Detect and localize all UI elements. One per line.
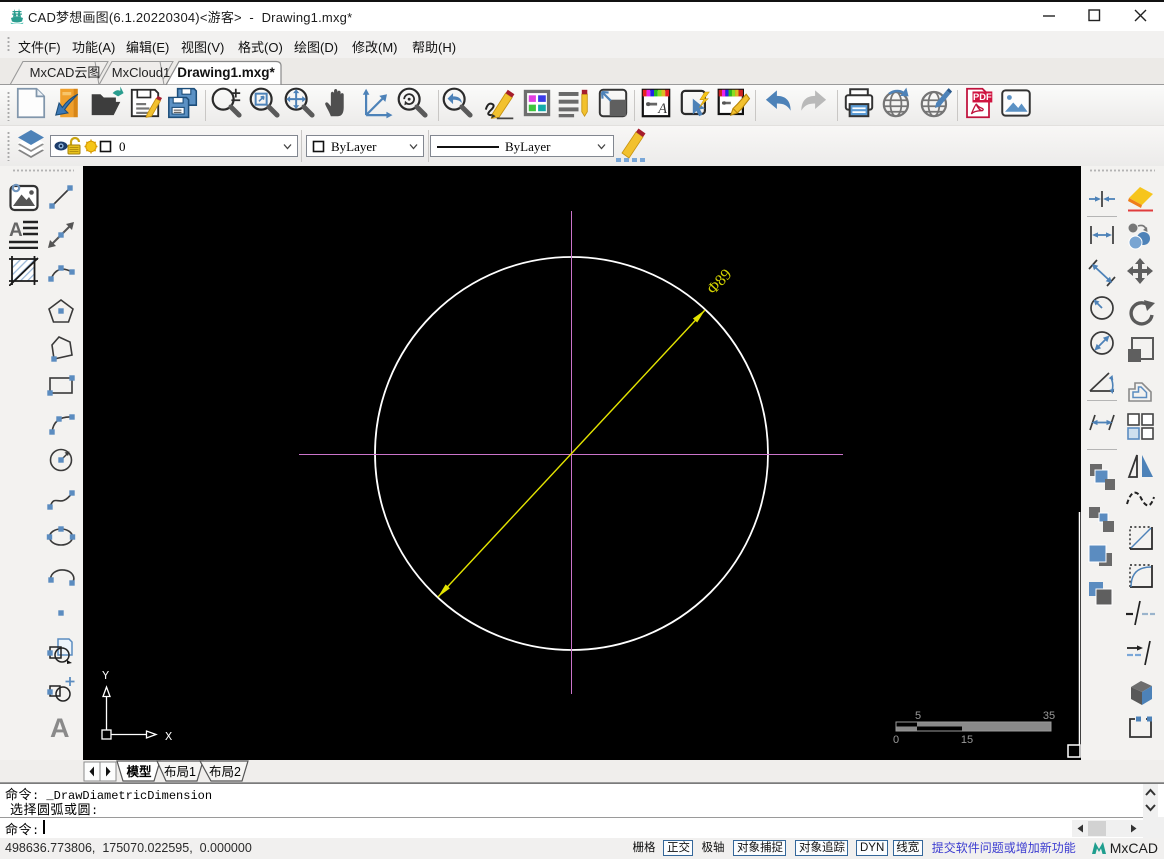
svg-text:布局1: 布局1 bbox=[164, 765, 196, 779]
svg-text:A: A bbox=[9, 220, 23, 241]
svg-text:X: X bbox=[165, 730, 172, 744]
svg-text:Y: Y bbox=[102, 669, 109, 683]
svg-text:PDF: PDF bbox=[973, 92, 992, 102]
svg-text:A: A bbox=[50, 713, 70, 741]
svg-text:Drawing1.mxg*: Drawing1.mxg* bbox=[177, 65, 275, 80]
svg-text:MxCAD云图: MxCAD云图 bbox=[30, 65, 101, 80]
svg-text:MxCloud1: MxCloud1 bbox=[112, 65, 171, 80]
svg-text:Φ89: Φ89 bbox=[704, 266, 735, 298]
svg-text:0: 0 bbox=[893, 734, 899, 746]
svg-text:15: 15 bbox=[961, 734, 973, 746]
svg-text:5: 5 bbox=[915, 710, 921, 722]
svg-text:A: A bbox=[657, 101, 667, 117]
svg-text:布局2: 布局2 bbox=[209, 765, 241, 779]
svg-text:35: 35 bbox=[1043, 710, 1055, 722]
svg-text:模型: 模型 bbox=[126, 764, 152, 779]
